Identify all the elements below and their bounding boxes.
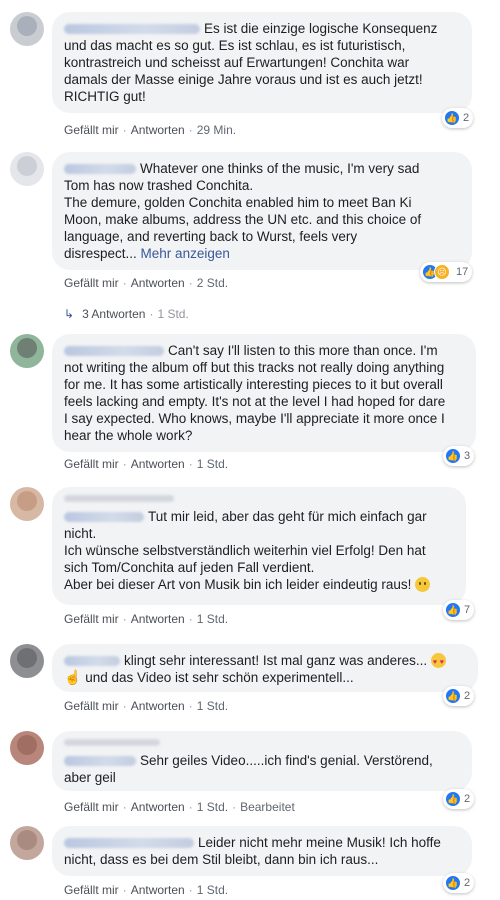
heart-eyes-emoji-icon	[430, 653, 446, 671]
reply-button[interactable]: Antworten	[131, 276, 185, 290]
reaction-count: 2	[463, 112, 470, 124]
avatar[interactable]	[10, 487, 44, 521]
reply-button[interactable]: Antworten	[131, 699, 185, 713]
comment-bubble: Tut mir leid, aber das geht für mich ein…	[52, 487, 466, 605]
comment-actions: Gefällt mir · Antworten · 1 Std.	[64, 883, 229, 897]
avatar[interactable]	[10, 152, 44, 186]
like-button[interactable]: Gefällt mir	[64, 699, 119, 713]
reaction-summary[interactable]: 👍 3	[443, 446, 475, 466]
reaction-count: 2	[464, 793, 471, 805]
author-name[interactable]	[64, 838, 194, 849]
comment-bubble: Whatever one thinks of the music, I'm ve…	[52, 152, 472, 270]
comment-actions: Gefällt mir · Antworten · 1 Std.	[64, 457, 229, 471]
reaction-count: 17	[456, 266, 469, 278]
reaction-summary[interactable]: 👍 7	[443, 600, 475, 620]
comment-actions: Gefällt mir · Antworten · 2 Std.	[64, 276, 229, 290]
reply-button[interactable]: Antworten	[131, 123, 185, 137]
like-reaction-icon: 👍	[445, 688, 461, 704]
like-button[interactable]: Gefällt mir	[64, 457, 119, 471]
sad-face-emoji-icon	[415, 577, 431, 592]
author-name[interactable]	[64, 346, 164, 357]
avatar[interactable]	[10, 644, 44, 678]
timestamp[interactable]: 1 Std.	[197, 457, 228, 471]
timestamp[interactable]: 1 Std.	[197, 883, 228, 897]
comment-actions: Gefällt mir · Antworten · 1 Std.	[64, 612, 229, 626]
comment-text: Whatever one thinks of the music, I'm ve…	[64, 161, 422, 261]
author-name[interactable]	[64, 656, 120, 667]
like-button[interactable]: Gefällt mir	[64, 123, 119, 137]
replies-time: 1 Std.	[157, 307, 189, 321]
blurred-line	[64, 739, 160, 746]
like-reaction-icon: 👍	[445, 791, 461, 807]
like-button[interactable]: Gefällt mir	[64, 800, 119, 814]
see-more-link[interactable]: Mehr anzeigen	[141, 246, 230, 261]
comment-text: klingt sehr interessant! Ist mal ganz wa…	[124, 653, 428, 668]
reaction-count: 2	[464, 690, 471, 702]
like-button[interactable]: Gefällt mir	[64, 883, 119, 897]
reaction-summary[interactable]: 👍 2	[442, 108, 474, 128]
like-reaction-icon: 👍	[444, 110, 460, 126]
like-button[interactable]: Gefällt mir	[64, 612, 119, 626]
reply-button[interactable]: Antworten	[131, 883, 185, 897]
comment-text: Can't say I'll listen to this more than …	[64, 343, 446, 443]
reaction-summary[interactable]: 👍 2	[443, 789, 475, 809]
like-reaction-icon: 👍	[445, 448, 461, 464]
comment-bubble: klingt sehr interessant! Ist mal ganz wa…	[52, 644, 478, 692]
reply-arrow-icon: ↳	[64, 307, 75, 321]
blurred-line	[64, 495, 174, 502]
comment-actions: Gefällt mir · Antworten · 29 Min.	[64, 123, 237, 137]
avatar[interactable]	[10, 334, 44, 368]
comment-actions: Gefällt mir · Antworten · 1 Std.	[64, 699, 229, 713]
comment-bubble: Sehr geiles Video.....ich find's genial.…	[52, 731, 472, 791]
reaction-count: 7	[464, 604, 471, 616]
reaction-summary[interactable]: 👍 2	[443, 686, 475, 706]
like-reaction-icon: 👍	[445, 875, 461, 891]
comment-actions: Gefällt mir · Antworten · 1 Std. · Bearbeitet	[64, 800, 295, 814]
comment-text-continued: und das Video ist sehr schön experimente…	[85, 670, 354, 685]
comment-bubble: Es ist die einzige logische Konsequenz u…	[52, 12, 472, 113]
reply-button[interactable]: Antworten	[131, 457, 185, 471]
comment-bubble: Leider nicht mehr meine Musik! Ich hoffe…	[52, 826, 472, 876]
reply-button[interactable]: Antworten	[131, 800, 185, 814]
timestamp[interactable]: 2 Std.	[197, 276, 228, 290]
author-name[interactable]	[64, 756, 136, 767]
thumbs-up-emoji-icon: ☝	[64, 669, 82, 685]
reply-button[interactable]: Antworten	[131, 612, 185, 626]
reaction-summary[interactable]: 👍 ☹ 17	[420, 262, 473, 282]
timestamp[interactable]: 1 Std.	[197, 612, 228, 626]
author-name[interactable]	[64, 164, 136, 175]
like-button[interactable]: Gefällt mir	[64, 276, 119, 290]
reaction-count: 3	[464, 450, 471, 462]
avatar[interactable]	[10, 826, 44, 860]
avatar[interactable]	[10, 12, 44, 46]
reaction-summary[interactable]: 👍 2	[443, 873, 475, 893]
author-name[interactable]	[64, 24, 200, 35]
angry-reaction-icon: ☹	[434, 264, 450, 280]
replies-count[interactable]: 3 Antworten	[82, 307, 145, 321]
view-replies[interactable]: ↳ 3 Antworten · 1 Std.	[64, 307, 189, 321]
timestamp[interactable]: 29 Min.	[197, 123, 236, 137]
timestamp[interactable]: 1 Std.	[197, 800, 228, 814]
avatar[interactable]	[10, 731, 44, 765]
comment-bubble: Can't say I'll listen to this more than …	[52, 334, 476, 452]
author-name[interactable]	[64, 512, 144, 523]
like-reaction-icon: 👍	[445, 602, 461, 618]
reaction-count: 2	[464, 877, 471, 889]
edited-label: Bearbeitet	[240, 800, 295, 814]
timestamp[interactable]: 1 Std.	[197, 699, 228, 713]
